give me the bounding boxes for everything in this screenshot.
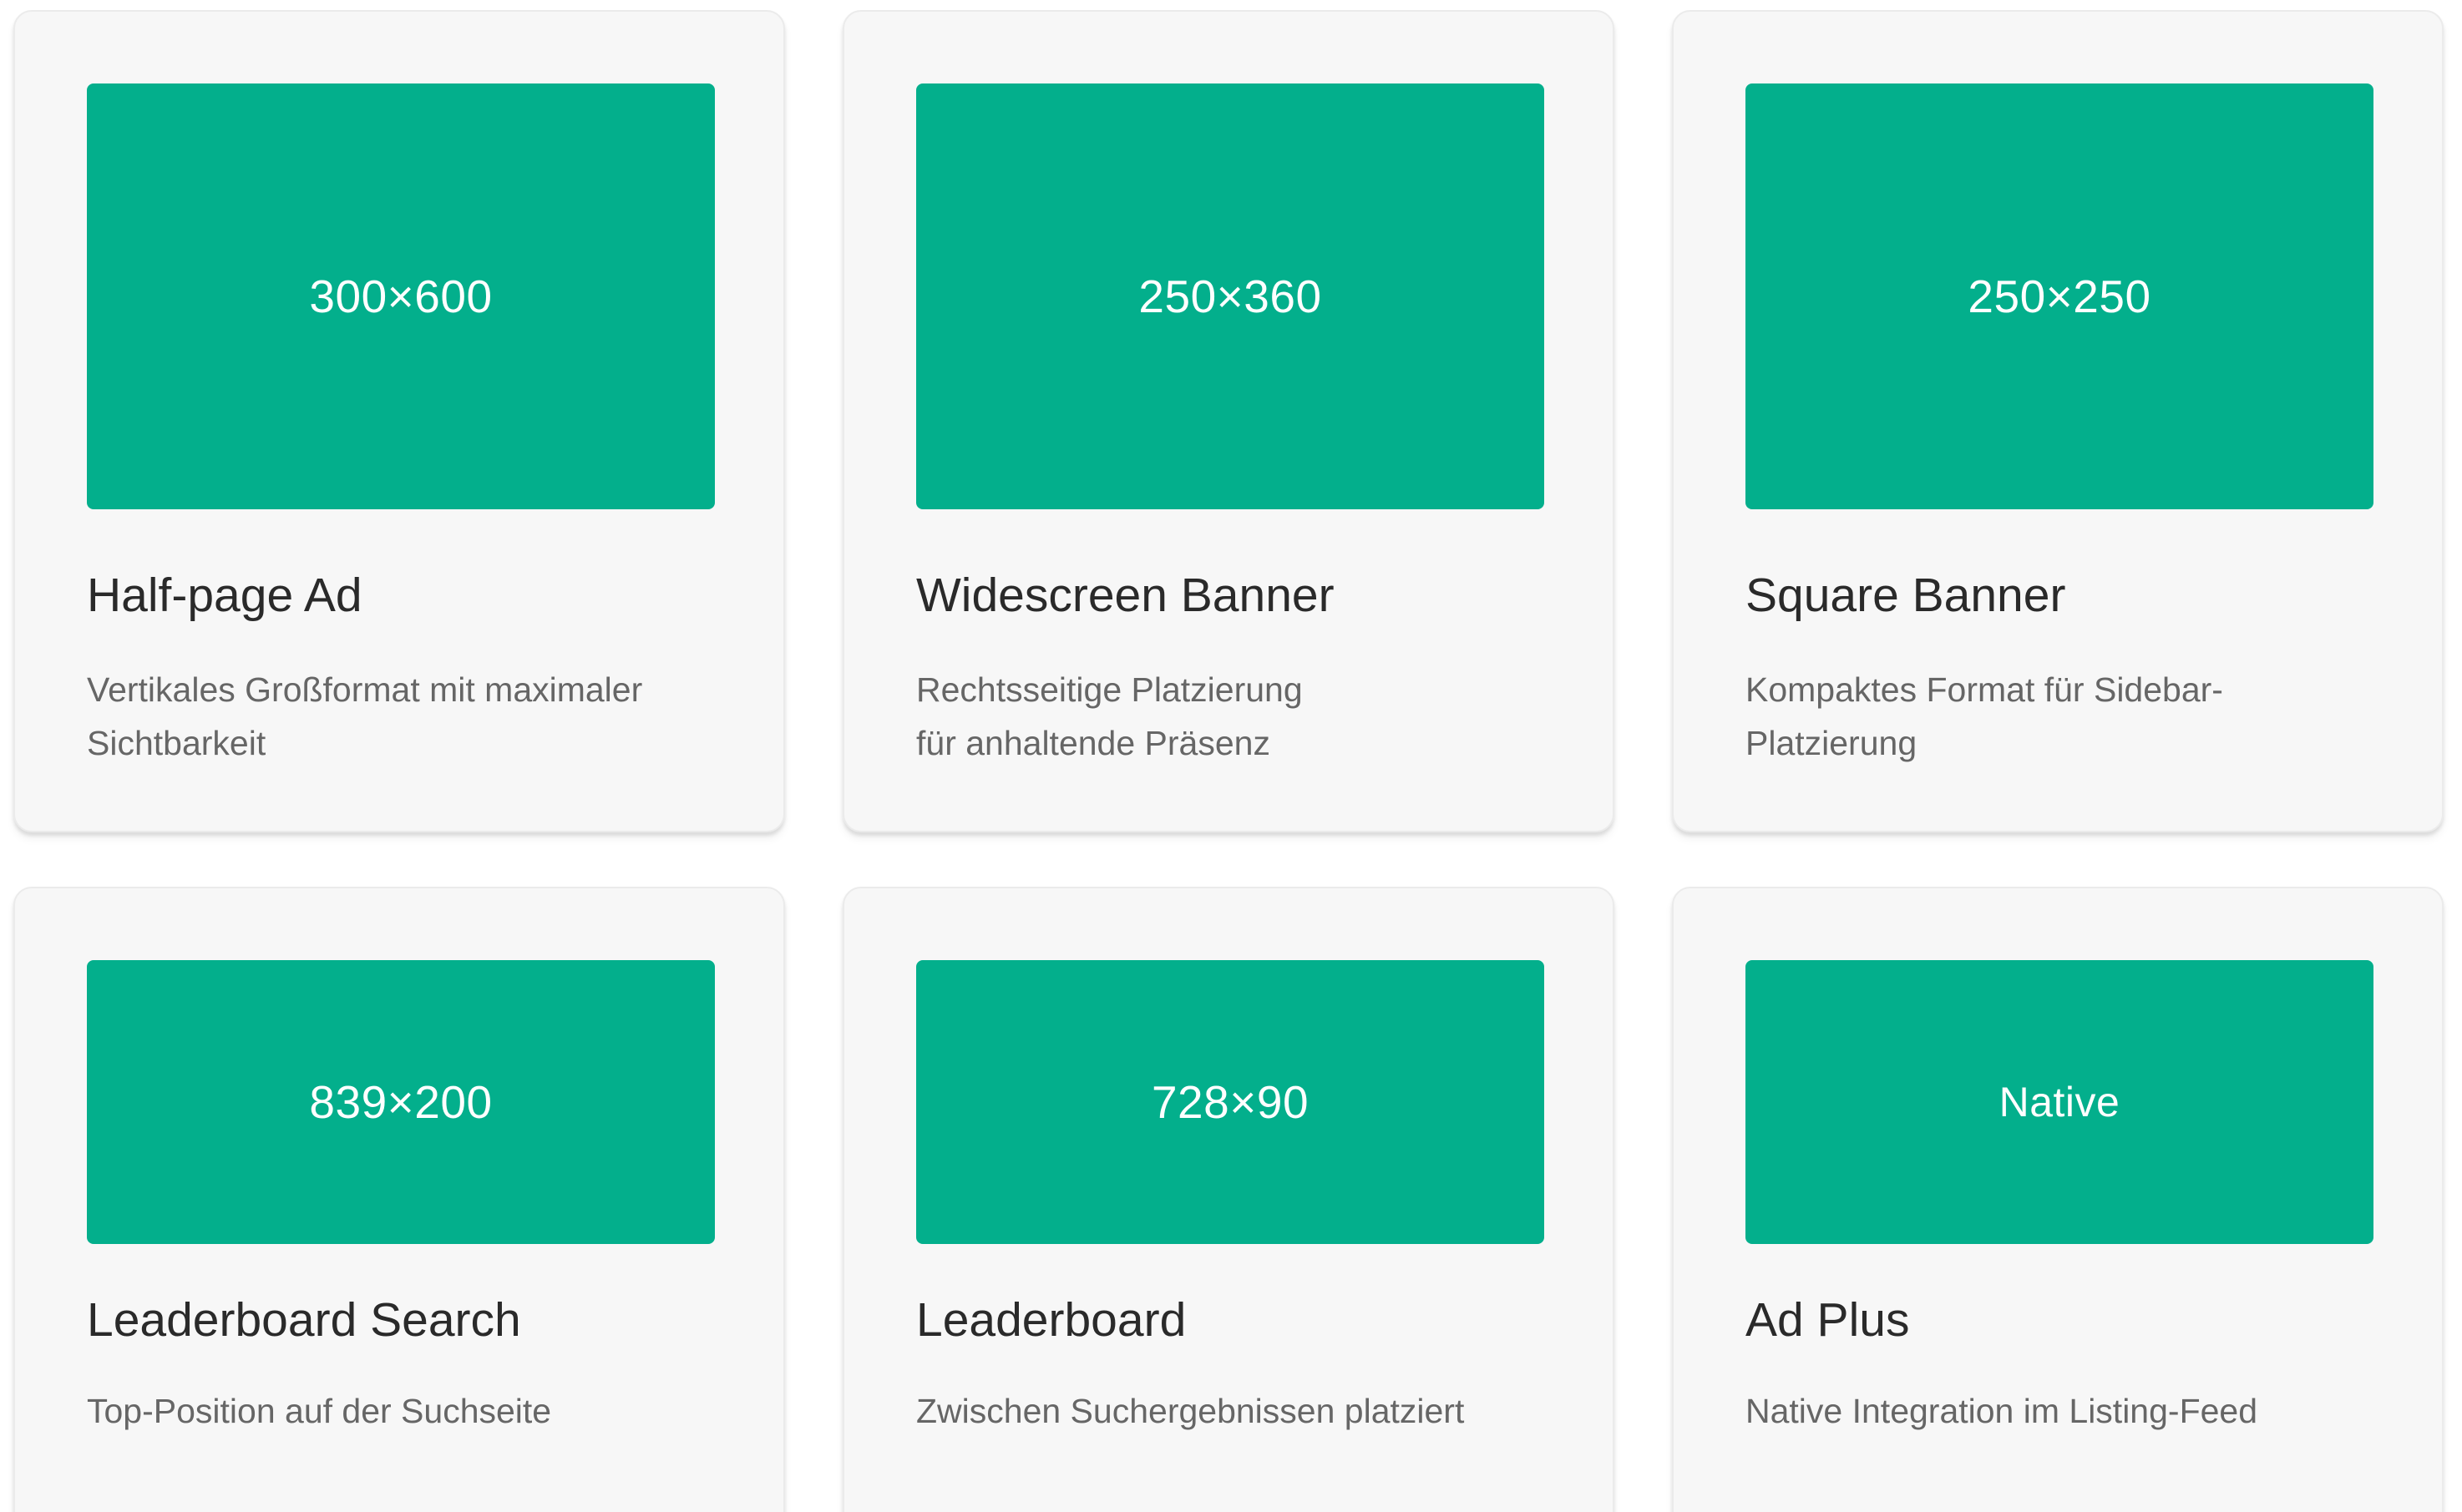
ad-format-description-line: Rechtsseitige Platzierung [916, 670, 1303, 709]
ad-format-description-line: Zwischen Suchergebnissen platziert [916, 1392, 1465, 1430]
ad-format-title: Half-page Ad [87, 569, 362, 622]
ad-format-title: Ad Plus [1745, 1293, 1910, 1347]
ad-size-preview: 839×200 [87, 960, 715, 1244]
ad-format-description: Kompaktes Format für Sidebar- Platzierun… [1745, 663, 2397, 770]
ad-format-description: Top-Position auf der Suchseite [87, 1384, 738, 1438]
ad-format-description-line: Platzierung [1745, 724, 1917, 762]
ad-format-card-square-banner[interactable]: 250×250 Square Banner Kompaktes Format f… [1672, 10, 2444, 832]
ad-format-title: Square Banner [1745, 569, 2066, 622]
ad-format-card-half-page[interactable]: 300×600 Half-page Ad Vertikales Großform… [13, 10, 785, 832]
ad-size-label: 250×250 [1968, 271, 2151, 322]
ad-format-grid: 300×600 Half-page Ad Vertikales Großform… [0, 0, 2462, 1512]
ad-format-description-line: Top-Position auf der Suchseite [87, 1392, 552, 1430]
ad-format-card-widescreen-banner[interactable]: 250×360 Widescreen Banner Rechtsseitige … [843, 10, 1614, 832]
ad-format-description: Zwischen Suchergebnissen platziert [916, 1384, 1568, 1438]
ad-size-label: 250×360 [1138, 271, 1322, 322]
ad-size-label: 728×90 [1151, 1076, 1310, 1128]
ad-format-title: Leaderboard Search [87, 1293, 521, 1347]
ad-size-preview: 250×360 [916, 83, 1544, 509]
ad-format-card-ad-plus[interactable]: Native Ad Plus Native Integration im Lis… [1672, 887, 2444, 1512]
ad-format-description: Native Integration im Listing-Feed [1745, 1384, 2397, 1438]
ad-format-description: Rechtsseitige Platzierung für anhaltende… [916, 663, 1568, 770]
ad-size-preview: 250×250 [1745, 83, 2373, 509]
ad-format-card-leaderboard[interactable]: 728×90 Leaderboard Zwischen Suchergebnis… [843, 887, 1614, 1512]
ad-size-label: 839×200 [309, 1076, 493, 1128]
ad-format-description-line: für anhaltende Präsenz [916, 724, 1270, 762]
ad-format-card-leaderboard-search[interactable]: 839×200 Leaderboard Search Top-Position … [13, 887, 785, 1512]
ad-size-preview: Native [1745, 960, 2373, 1244]
ad-format-description-line: Kompaktes Format für Sidebar- [1745, 670, 2223, 709]
ad-format-title: Widescreen Banner [916, 569, 1335, 622]
ad-size-label: 300×600 [309, 271, 493, 322]
ad-format-description-line: Native Integration im Listing-Feed [1745, 1392, 2258, 1430]
ad-size-label: Native [1998, 1079, 2120, 1125]
ad-format-description: Vertikales Großformat mit maximaler Sich… [87, 663, 738, 770]
ad-size-preview: 300×600 [87, 83, 715, 509]
ad-format-title: Leaderboard [916, 1293, 1187, 1347]
ad-size-preview: 728×90 [916, 960, 1544, 1244]
ad-format-description-line: Vertikales Großformat mit maximaler [87, 670, 643, 709]
ad-format-description-line: Sichtbarkeit [87, 724, 266, 762]
